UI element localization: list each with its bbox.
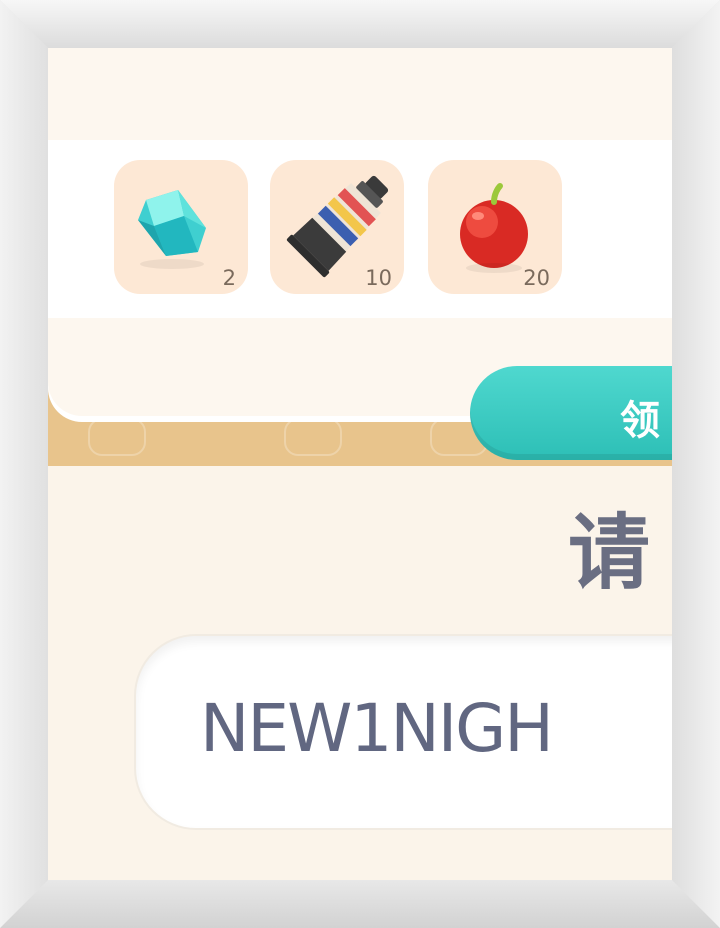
reward-card: 2 10 20 (48, 48, 672, 416)
reward-item-gem[interactable]: 2 (114, 160, 248, 294)
reward-count: 20 (523, 266, 550, 290)
reward-item-paint-tube[interactable]: 10 (270, 160, 404, 294)
frame-edge-right (672, 0, 720, 928)
reward-count: 10 (365, 266, 392, 290)
claim-button[interactable]: 领 (470, 366, 672, 460)
claim-button-label: 领 (620, 398, 660, 444)
game-screen: 2 10 20 领 请 NEW1NIGH (48, 48, 672, 880)
frame-edge-bottom (0, 880, 720, 928)
frame-edge-top (0, 0, 720, 48)
paw-pattern (88, 418, 146, 456)
reward-count: 2 (222, 266, 236, 290)
redeem-code-value[interactable]: NEW1NIGH (200, 690, 554, 767)
prompt-title: 请 (568, 506, 651, 601)
redeem-code-input[interactable]: NEW1NIGH (136, 636, 672, 828)
reward-item-apple[interactable]: 20 (428, 160, 562, 294)
paw-pattern (284, 418, 342, 456)
frame-edge-left (0, 0, 48, 928)
